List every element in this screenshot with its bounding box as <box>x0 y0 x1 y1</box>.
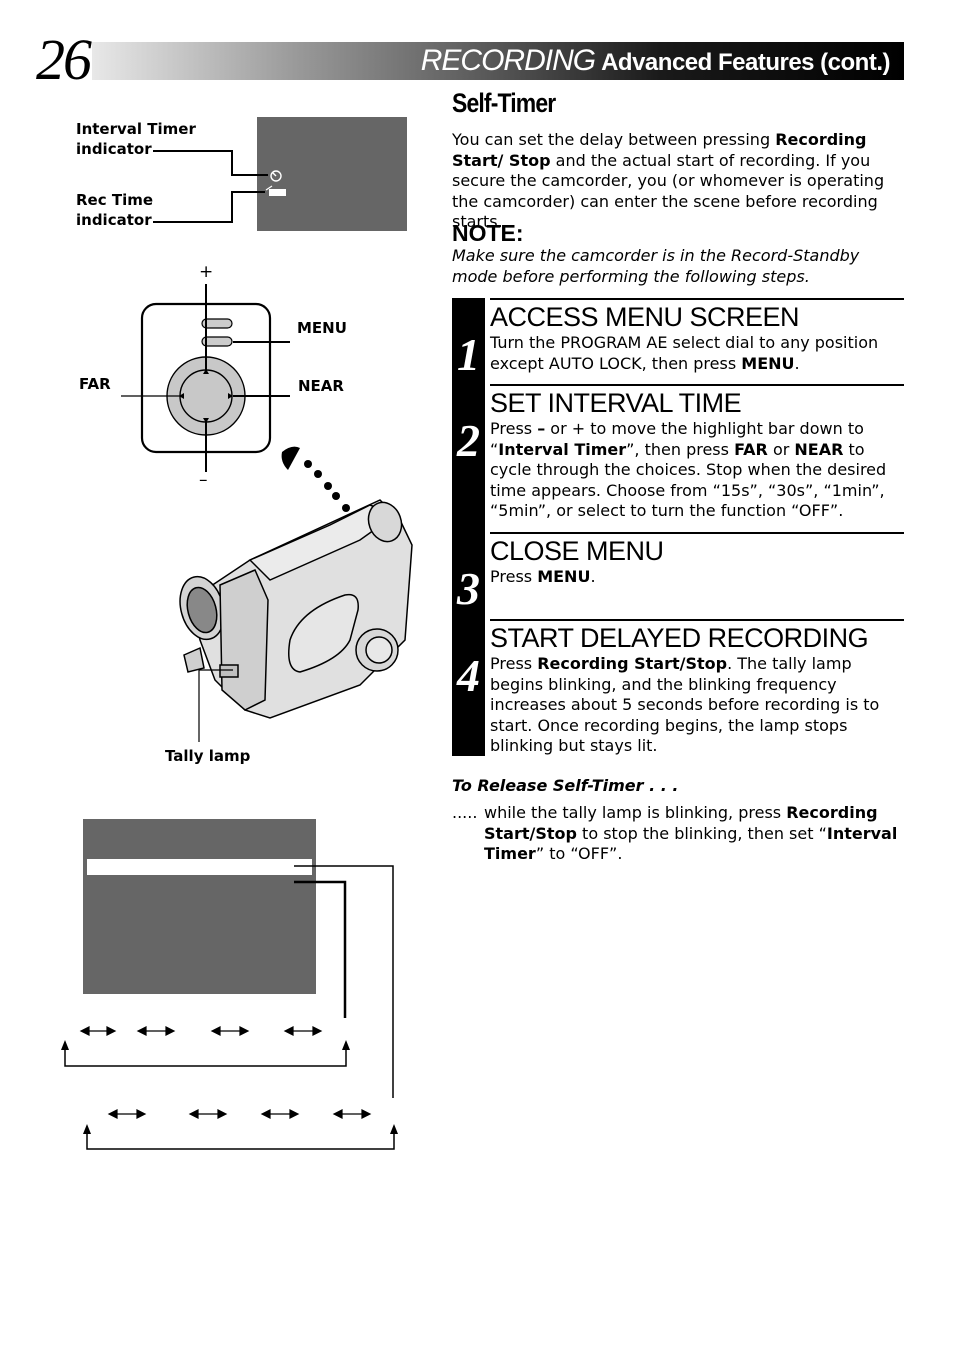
bold-text: NEAR <box>794 439 844 459</box>
step-title: ACCESS MENU SCREEN <box>490 302 800 332</box>
step-3: CLOSE MENU Press MENU. <box>490 532 904 588</box>
step-title: CLOSE MENU <box>490 536 664 566</box>
step-2-number: 2 <box>457 415 480 466</box>
step-text: Press MENU. <box>490 567 904 588</box>
bold-text: FAR <box>734 439 768 459</box>
text: ”, then press <box>626 439 735 459</box>
text: Turn the PROGRAM AE select dial to any p… <box>490 333 879 373</box>
divider <box>490 532 904 534</box>
text: . <box>794 353 800 373</box>
text: Press <box>490 567 538 586</box>
menu-leader-lines <box>294 865 394 1098</box>
bold-text: Recording Start/Stop <box>537 654 728 673</box>
bold-text: – <box>537 419 546 438</box>
timer-icon <box>270 170 282 182</box>
step-title: START DELAYED RECORDING <box>490 623 869 653</box>
bold-text: MENU <box>537 567 591 586</box>
text: Press <box>490 654 538 673</box>
text: You can set the delay between pressing <box>452 130 776 149</box>
divider <box>490 384 904 386</box>
step-text: Press Recording Start/Stop. The tally la… <box>490 654 904 757</box>
bold-text: Interval Timer <box>498 439 627 459</box>
section-title: Self-Timer <box>452 88 556 118</box>
step-4-number: 4 <box>457 650 480 701</box>
step-text: Press – or + to move the highlight bar d… <box>490 419 904 522</box>
step-4: START DELAYED RECORDING Press Recording … <box>490 619 904 757</box>
divider <box>490 619 904 621</box>
rec-time-indicator <box>269 189 286 196</box>
divider <box>490 298 904 300</box>
release-leader-dots: ..... <box>452 803 478 822</box>
cycle-loop-row-2 <box>86 1132 395 1150</box>
step-2: SET INTERVAL TIME Press – or + to move t… <box>490 384 904 522</box>
note-heading: NOTE: <box>452 220 524 246</box>
dial-inner <box>179 369 233 423</box>
step-title: SET INTERVAL TIME <box>490 388 742 418</box>
bold-text: MENU <box>741 353 795 373</box>
release-text: while the tally lamp is blinking, press … <box>484 803 904 865</box>
cycle-arrows-row-1 <box>79 1026 323 1036</box>
text: while the tally lamp is blinking, press <box>484 803 787 822</box>
step-3-number: 3 <box>457 563 480 614</box>
text: Press <box>490 419 538 438</box>
text: to stop the blinking, then set “ <box>576 823 827 843</box>
step-1: ACCESS MENU SCREEN Turn the PROGRAM AE s… <box>490 298 904 374</box>
cycle-arrows-row-2 <box>107 1109 372 1119</box>
intro-paragraph: You can set the delay between pressing R… <box>452 130 904 233</box>
indicator-leader-lines <box>153 150 268 223</box>
release-heading: To Release Self-Timer . . . <box>452 776 679 795</box>
camcorder-illustration <box>179 499 413 719</box>
text: or <box>767 439 795 459</box>
text: ” to “OFF”. <box>535 844 623 863</box>
text: . <box>590 567 596 586</box>
step-text: Turn the PROGRAM AE select dial to any p… <box>490 333 904 374</box>
step-1-number: 1 <box>457 329 480 380</box>
cycle-loop-row-1 <box>64 1048 347 1067</box>
note-text: Make sure the camcorder is in the Record… <box>452 246 860 286</box>
